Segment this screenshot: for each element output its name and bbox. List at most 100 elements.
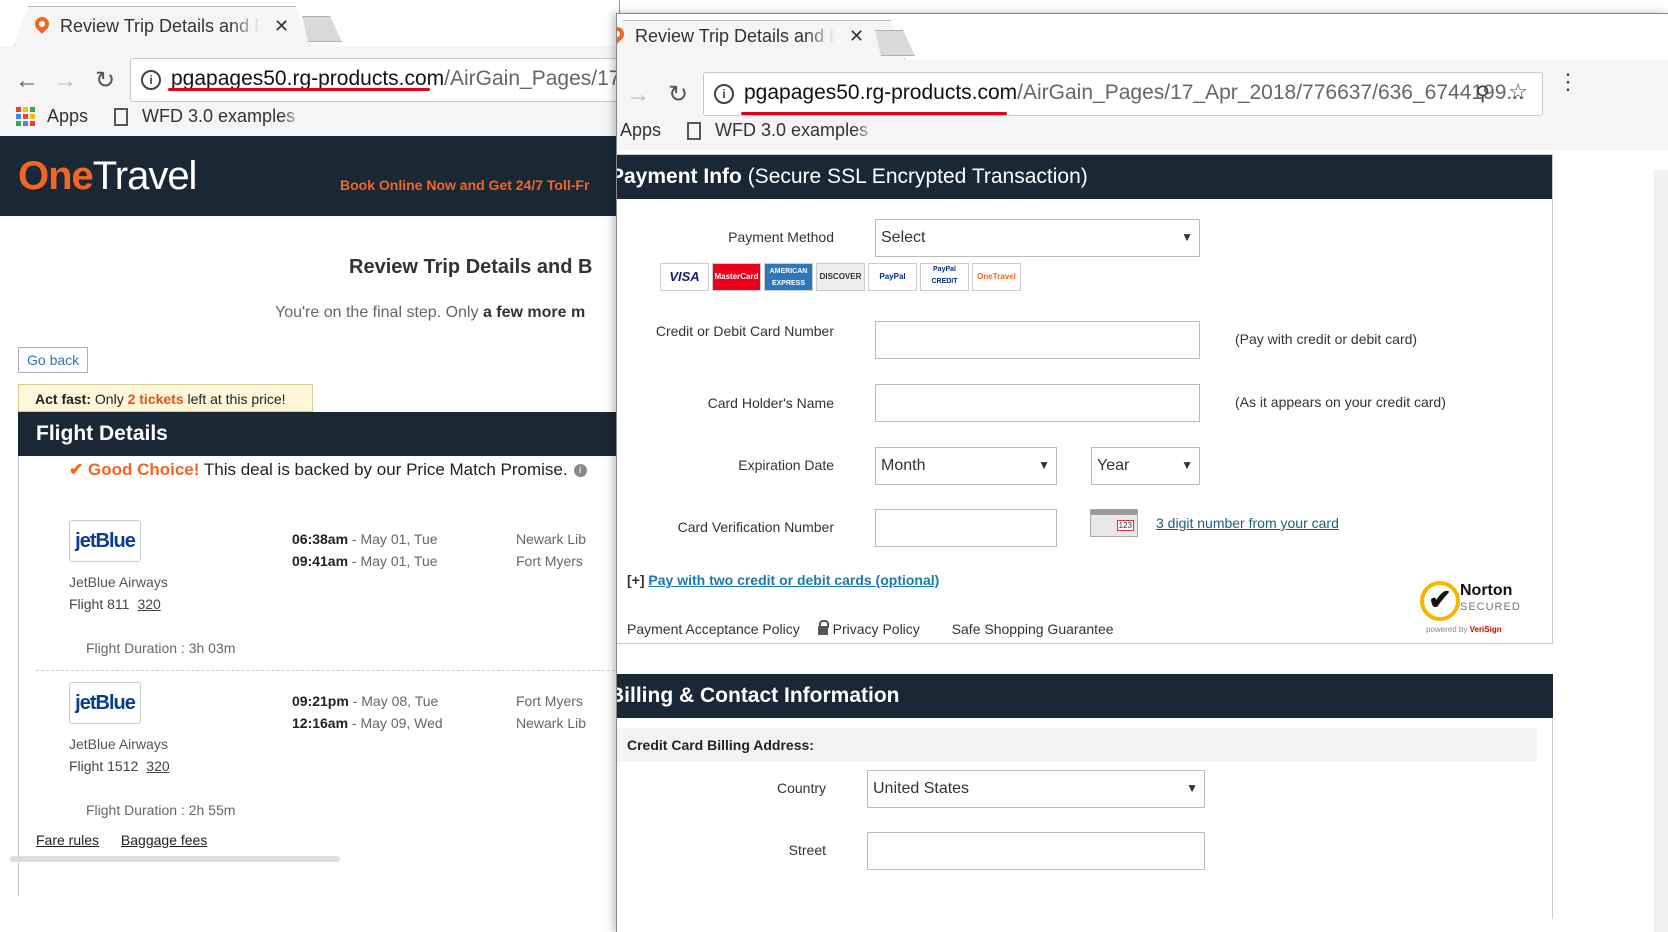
verisign-text: powered by VeriSign [1426, 625, 1502, 634]
onetravel-card-logo: OneTravel [972, 263, 1021, 291]
payment-info-header: Payment Info (Secure SSL Encrypted Trans… [617, 155, 1552, 199]
vertical-scrollbar[interactable] [1654, 170, 1668, 932]
lock-icon [817, 620, 829, 635]
two-cards-link[interactable]: Pay with two credit or debit cards (opti… [648, 572, 939, 588]
flight-times: 06:38am - May 01, Tue 09:41am - May 01, T… [292, 531, 438, 569]
back-arrow-icon[interactable]: ← [12, 66, 42, 96]
info-icon[interactable]: i [141, 70, 161, 90]
flight-cities: Fort Myers Newark Lib [516, 693, 587, 731]
card-number-input[interactable] [875, 321, 1200, 359]
info-icon[interactable]: i [714, 84, 734, 104]
address-bar[interactable]: i pgapages50.rg-products.com/AirGain_Pag… [703, 72, 1543, 116]
flight-duration: Flight Duration : 2h 55m [86, 802, 236, 818]
jetblue-logo: jetBlue [69, 682, 141, 724]
payment-policy-link[interactable]: Payment Acceptance Policy [627, 621, 800, 637]
street-label: Street [788, 842, 826, 858]
flight-details-header: Flight Details [18, 412, 619, 456]
airline-name: JetBlue Airways [69, 574, 168, 590]
street-input[interactable] [867, 832, 1205, 870]
flight-duration: Flight Duration : 3h 03m [86, 640, 236, 656]
accepted-cards: VISA MasterCard AMERICAN EXPRESS DISCOVE… [660, 263, 1021, 291]
bookmark-apps[interactable]: Apps [47, 106, 88, 127]
jetblue-logo: jetBlue [69, 520, 141, 562]
page-content: Payment Info (Secure SSL Encrypted Trans… [617, 150, 1668, 919]
card-holder-label: Card Holder's Name [707, 395, 834, 411]
promo-text: Book Online Now and Get 24/7 Toll-Fr [340, 177, 590, 193]
page-content: Review Trip Details and B You're on the … [0, 216, 619, 912]
card-holder-input[interactable] [875, 384, 1200, 422]
dropdown-arrow-icon: ▼ [1186, 781, 1198, 795]
cvv-help-link[interactable]: 3 digit number from your card [1156, 515, 1339, 531]
document-icon [687, 121, 702, 140]
close-icon[interactable]: ✕ [849, 26, 864, 47]
annotation-underline [741, 112, 1007, 115]
address-bar[interactable]: i pgapages50.rg-products.com/AirGain_Pag… [130, 58, 619, 102]
cvv-label: Card Verification Number [677, 519, 834, 535]
tab-strip: Review Trip Details and B ✕ [617, 14, 1668, 60]
page-title: Review Trip Details and B [349, 256, 593, 278]
two-cards-option: [+] Pay with two credit or debit cards (… [627, 572, 940, 588]
bookmarks-bar: Apps WFD 3.0 examples se [617, 120, 875, 141]
safe-shopping-link[interactable]: Safe Shopping Guarantee [952, 621, 1114, 637]
location-pin-icon [34, 17, 50, 37]
checkmark-icon: ✔ [1420, 581, 1460, 621]
go-back-button[interactable]: Go back [18, 347, 89, 373]
tab-title: Review Trip Details and B [635, 26, 835, 46]
cvv-input[interactable] [875, 509, 1057, 547]
close-icon[interactable]: ✕ [274, 16, 289, 37]
horizontal-scrollbar[interactable] [10, 856, 340, 862]
tab-title: Review Trip Details and B [60, 16, 260, 36]
amex-logo: AMERICAN EXPRESS [764, 263, 813, 291]
dropdown-arrow-icon: ▼ [1181, 458, 1193, 472]
billing-section: Credit Card Billing Address: Country Uni… [617, 718, 1553, 919]
aircraft-link[interactable]: 320 [137, 596, 160, 612]
star-icon[interactable]: ☆ [1508, 79, 1528, 105]
flight-segment-return: jetBlue JetBlue Airways Flight 1512 320 0… [0, 668, 600, 828]
privacy-policy-link[interactable]: Privacy Policy [817, 620, 934, 637]
norton-secured-badge[interactable]: ✔ Norton SECURED powered by VeriSign [1420, 579, 1528, 637]
country-label: Country [776, 780, 826, 796]
policy-links: Payment Acceptance Policy Privacy Policy… [627, 620, 1128, 637]
aircraft-link[interactable]: 320 [146, 758, 169, 774]
tab-strip: Review Trip Details and B ✕ [0, 0, 619, 46]
bookmark-wfd[interactable]: WFD 3.0 examples se [715, 120, 875, 141]
billing-header: Billing & Contact Information [617, 674, 1553, 718]
reload-icon[interactable]: ↻ [663, 80, 693, 110]
act-fast-banner: Act fast: Only 2 tickets left at this pr… [18, 384, 313, 412]
dropdown-arrow-icon: ▼ [1181, 230, 1193, 244]
onetravel-logo[interactable]: OneTravel [18, 154, 197, 199]
expiration-month-select[interactable]: Month ▼ [875, 447, 1057, 485]
good-choice-note: ✔ Good Choice! This deal is backed by ou… [69, 460, 587, 480]
bookmark-apps[interactable]: Apps [620, 120, 661, 141]
forward-arrow-icon[interactable]: → [50, 66, 80, 96]
forward-arrow-icon[interactable]: → [623, 80, 653, 110]
norton-text: Norton SECURED [1460, 582, 1521, 614]
menu-kebab-icon[interactable]: ⋮ [1557, 71, 1579, 93]
paypal-logo: PayPal [868, 263, 917, 291]
bookmark-wfd[interactable]: WFD 3.0 examples se [142, 106, 302, 127]
baggage-fees-link[interactable]: Baggage fees [121, 832, 207, 848]
site-header: OneTravel Book Online Now and Get 24/7 T… [0, 136, 619, 216]
info-icon[interactable]: i [573, 464, 587, 478]
flight-cities: Newark Lib Fort Myers [516, 531, 587, 569]
bookmarks-bar: Apps WFD 3.0 examples se [16, 106, 302, 127]
country-select[interactable]: United States ▼ [867, 770, 1205, 808]
fare-rules-link[interactable]: Fare rules [36, 832, 99, 848]
airline-name: JetBlue Airways [69, 736, 168, 752]
browser-window-back: Review Trip Details and B ✕ ← → ↻ i pgap… [0, 0, 620, 932]
flight-number: Flight 1512 320 [69, 758, 170, 774]
expiration-label: Expiration Date [738, 457, 834, 473]
location-pin-icon [617, 27, 625, 47]
payment-method-label: Payment Method [728, 229, 834, 245]
apps-grid-icon [16, 107, 35, 126]
flight-number: Flight 811 320 [69, 596, 161, 612]
browser-window-front: Review Trip Details and B ✕ ← → ↻ i pgap… [616, 13, 1668, 932]
card-number-label: Credit or Debit Card Number [655, 323, 834, 339]
card-number-hint: (Pay with credit or debit card) [1235, 331, 1418, 347]
annotation-underline [168, 88, 430, 91]
flight-segment-outbound: jetBlue JetBlue Airways Flight 811 320 06… [0, 506, 600, 666]
zoom-icon[interactable]: ⚲ [1475, 81, 1490, 106]
payment-method-select[interactable]: Select ▼ [875, 219, 1200, 257]
reload-icon[interactable]: ↻ [90, 66, 120, 96]
expiration-year-select[interactable]: Year ▼ [1091, 447, 1200, 485]
